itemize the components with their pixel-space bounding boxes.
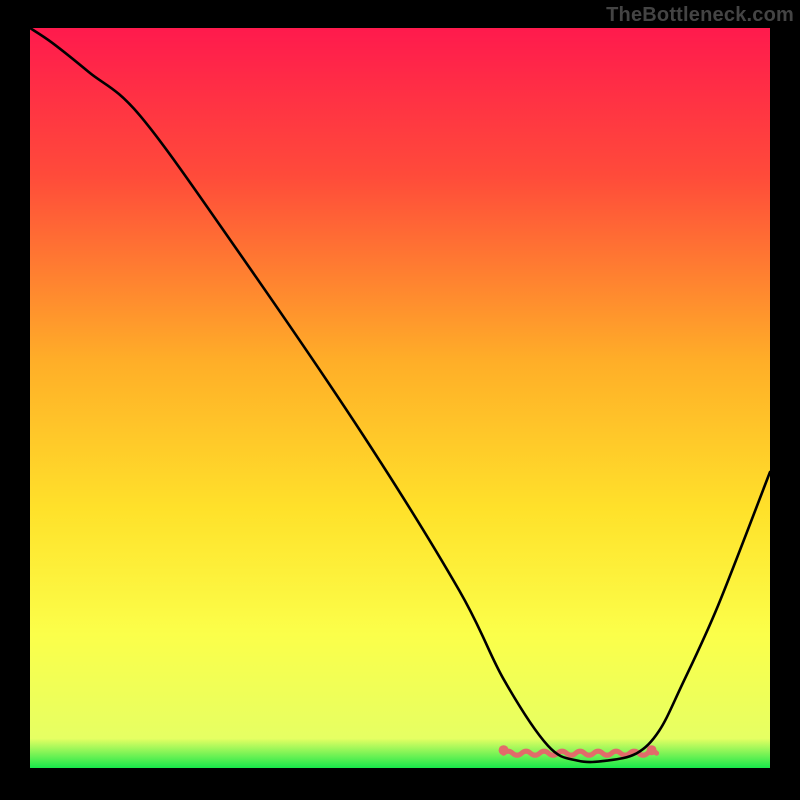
watermark-text: TheBottleneck.com: [606, 4, 794, 27]
gradient-background: [30, 28, 770, 768]
chart-svg: [30, 28, 770, 768]
flat-zone-start-dot: [499, 745, 509, 755]
plot-area: [30, 28, 770, 768]
chart-container: TheBottleneck.com: [0, 0, 800, 800]
flat-zone-end-dot: [647, 745, 657, 755]
